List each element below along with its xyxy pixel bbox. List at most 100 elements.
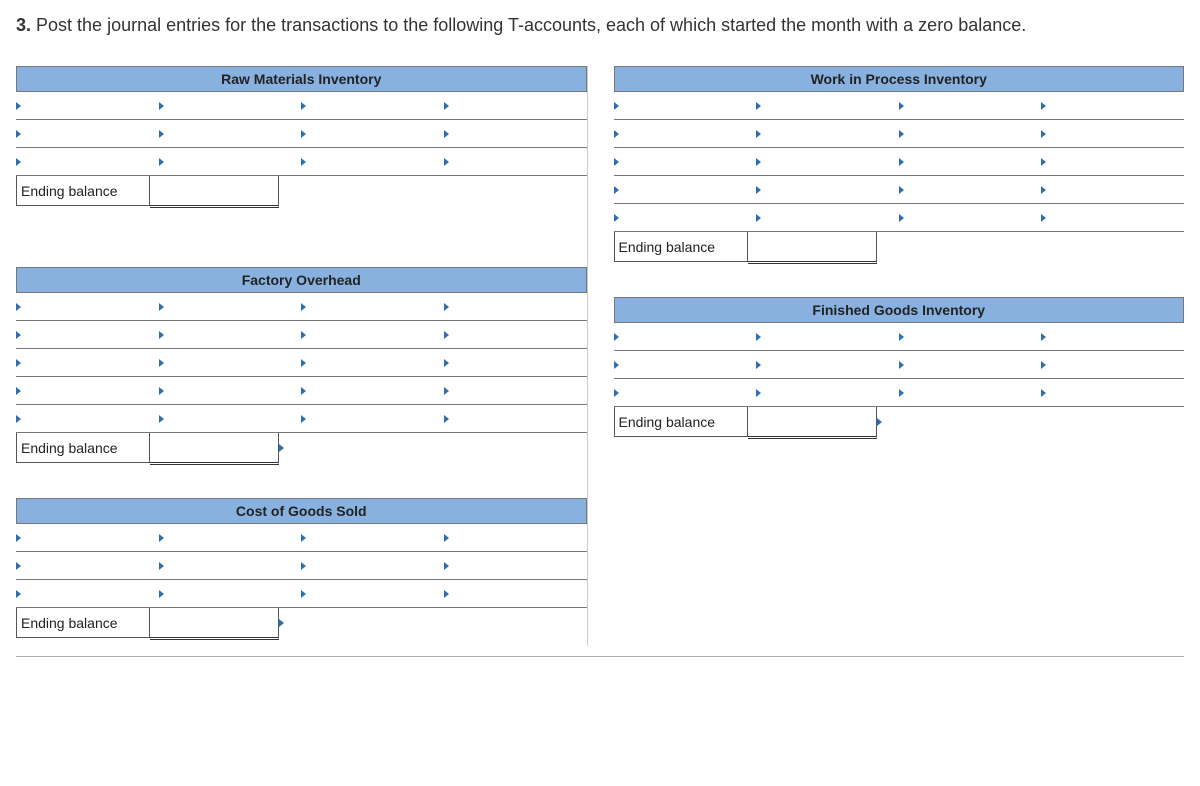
ending-balance-value[interactable]: [748, 407, 877, 439]
dropdown-cell[interactable]: [756, 323, 899, 351]
dropdown-cell[interactable]: [301, 321, 444, 349]
dropdown-cell[interactable]: [444, 293, 587, 321]
table-row: [614, 176, 1185, 204]
table-row: [16, 552, 587, 580]
dropdown-cell[interactable]: [899, 351, 1042, 379]
dropdown-cell[interactable]: [756, 92, 899, 120]
dropdown-cell[interactable]: [1041, 351, 1184, 379]
dropdown-cell[interactable]: [614, 148, 757, 176]
dropdown-cell[interactable]: [159, 293, 302, 321]
dropdown-cell[interactable]: [16, 148, 159, 176]
dropdown-cell[interactable]: [301, 120, 444, 148]
dropdown-cell[interactable]: [756, 204, 899, 232]
dropdown-cell[interactable]: [1041, 176, 1184, 204]
dropdown-cell[interactable]: [444, 552, 587, 580]
dropdown-cell[interactable]: [756, 120, 899, 148]
dropdown-cell[interactable]: [159, 349, 302, 377]
dropdown-cell[interactable]: [16, 524, 159, 552]
table-row: [16, 580, 587, 608]
ending-balance-label: Ending balance: [16, 608, 150, 638]
dropdown-cell[interactable]: [899, 379, 1042, 407]
dropdown-cell[interactable]: [877, 407, 1031, 437]
question-body: Post the journal entries for the transac…: [36, 15, 1026, 35]
ending-balance-row: Ending balance: [16, 176, 587, 206]
dropdown-cell[interactable]: [1041, 148, 1184, 176]
dropdown-cell[interactable]: [614, 379, 757, 407]
dropdown-cell[interactable]: [159, 321, 302, 349]
dropdown-cell[interactable]: [444, 405, 587, 433]
t-account-factory-overhead: Factory Overhead: [16, 267, 587, 490]
dropdown-cell[interactable]: [614, 176, 757, 204]
dropdown-cell[interactable]: [1041, 204, 1184, 232]
dropdown-cell[interactable]: [756, 176, 899, 204]
dropdown-cell[interactable]: [16, 92, 159, 120]
dropdown-cell[interactable]: [301, 552, 444, 580]
dropdown-cell[interactable]: [614, 204, 757, 232]
dropdown-cell[interactable]: [1041, 323, 1184, 351]
dropdown-cell[interactable]: [899, 176, 1042, 204]
ending-balance-value[interactable]: [150, 608, 279, 640]
dropdown-cell[interactable]: [16, 552, 159, 580]
dropdown-cell[interactable]: [16, 321, 159, 349]
dropdown-cell[interactable]: [756, 148, 899, 176]
dropdown-cell[interactable]: [159, 92, 302, 120]
dropdown-cell[interactable]: [301, 580, 444, 608]
table-row: [16, 377, 587, 405]
dropdown-cell[interactable]: [444, 349, 587, 377]
dropdown-cell[interactable]: [756, 379, 899, 407]
dropdown-cell[interactable]: [279, 608, 433, 638]
dropdown-cell[interactable]: [1041, 379, 1184, 407]
dropdown-cell[interactable]: [444, 148, 587, 176]
table-row: [16, 148, 587, 176]
ending-balance-value[interactable]: [150, 176, 279, 208]
dropdown-cell[interactable]: [159, 148, 302, 176]
dropdown-cell[interactable]: [16, 405, 159, 433]
dropdown-cell[interactable]: [899, 204, 1042, 232]
table-row: [16, 349, 587, 377]
dropdown-cell[interactable]: [444, 377, 587, 405]
dropdown-cell[interactable]: [1041, 92, 1184, 120]
dropdown-cell[interactable]: [16, 349, 159, 377]
dropdown-cell[interactable]: [159, 120, 302, 148]
table-row: [614, 92, 1185, 120]
dropdown-cell[interactable]: [614, 120, 757, 148]
dropdown-cell[interactable]: [159, 552, 302, 580]
ending-balance-row: Ending balance: [614, 407, 1185, 437]
dropdown-cell[interactable]: [301, 148, 444, 176]
dropdown-cell[interactable]: [301, 524, 444, 552]
dropdown-cell[interactable]: [301, 349, 444, 377]
account-title: Work in Process Inventory: [614, 66, 1185, 92]
dropdown-cell[interactable]: [444, 580, 587, 608]
dropdown-cell[interactable]: [16, 580, 159, 608]
dropdown-cell[interactable]: [899, 323, 1042, 351]
dropdown-cell[interactable]: [614, 351, 757, 379]
dropdown-cell[interactable]: [159, 377, 302, 405]
question-text: 3. Post the journal entries for the tran…: [16, 12, 1184, 38]
dropdown-cell[interactable]: [16, 293, 159, 321]
dropdown-cell[interactable]: [159, 524, 302, 552]
dropdown-cell[interactable]: [279, 433, 433, 463]
dropdown-cell[interactable]: [756, 351, 899, 379]
ending-balance-label: Ending balance: [16, 176, 150, 206]
dropdown-cell[interactable]: [1041, 120, 1184, 148]
ending-balance-value[interactable]: [748, 232, 877, 264]
dropdown-cell[interactable]: [301, 405, 444, 433]
dropdown-cell[interactable]: [16, 377, 159, 405]
dropdown-cell[interactable]: [444, 120, 587, 148]
dropdown-cell[interactable]: [899, 120, 1042, 148]
dropdown-cell[interactable]: [614, 323, 757, 351]
dropdown-cell[interactable]: [444, 524, 587, 552]
dropdown-cell[interactable]: [301, 293, 444, 321]
dropdown-cell[interactable]: [301, 92, 444, 120]
dropdown-cell[interactable]: [899, 148, 1042, 176]
dropdown-cell[interactable]: [444, 92, 587, 120]
dropdown-cell[interactable]: [16, 120, 159, 148]
dropdown-cell[interactable]: [159, 580, 302, 608]
dropdown-cell[interactable]: [444, 321, 587, 349]
ending-balance-value[interactable]: [150, 433, 279, 465]
account-title: Raw Materials Inventory: [16, 66, 587, 92]
dropdown-cell[interactable]: [301, 377, 444, 405]
dropdown-cell[interactable]: [899, 92, 1042, 120]
dropdown-cell[interactable]: [614, 92, 757, 120]
dropdown-cell[interactable]: [159, 405, 302, 433]
